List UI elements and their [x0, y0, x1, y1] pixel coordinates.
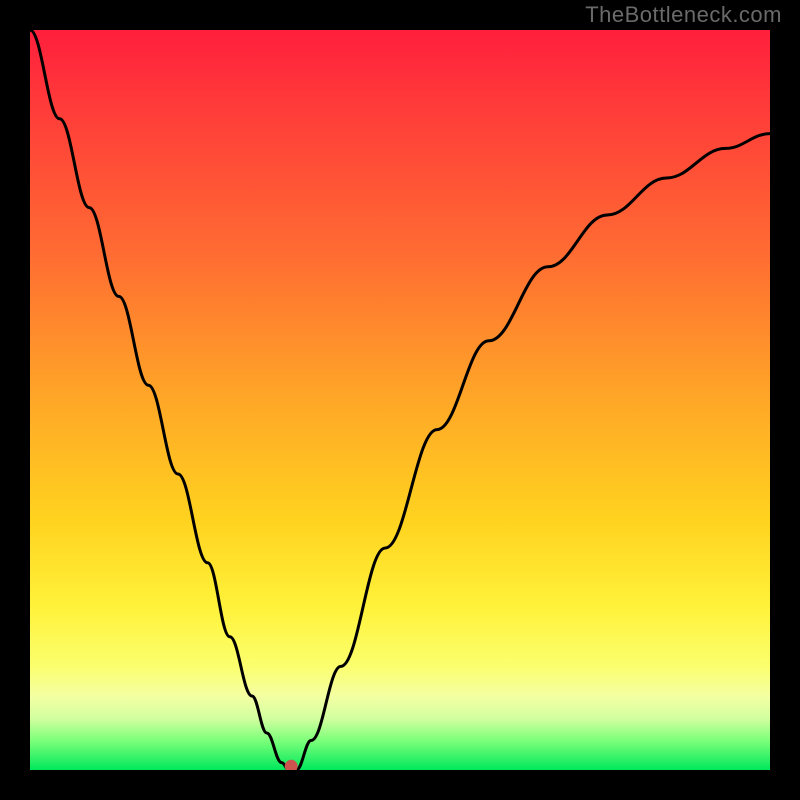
- watermark-text: TheBottleneck.com: [585, 2, 782, 28]
- plot-area: [30, 30, 770, 770]
- chart-frame: TheBottleneck.com: [0, 0, 800, 800]
- bottleneck-curve: [30, 30, 770, 770]
- minimum-marker: [285, 760, 298, 770]
- curve-svg: [30, 30, 770, 770]
